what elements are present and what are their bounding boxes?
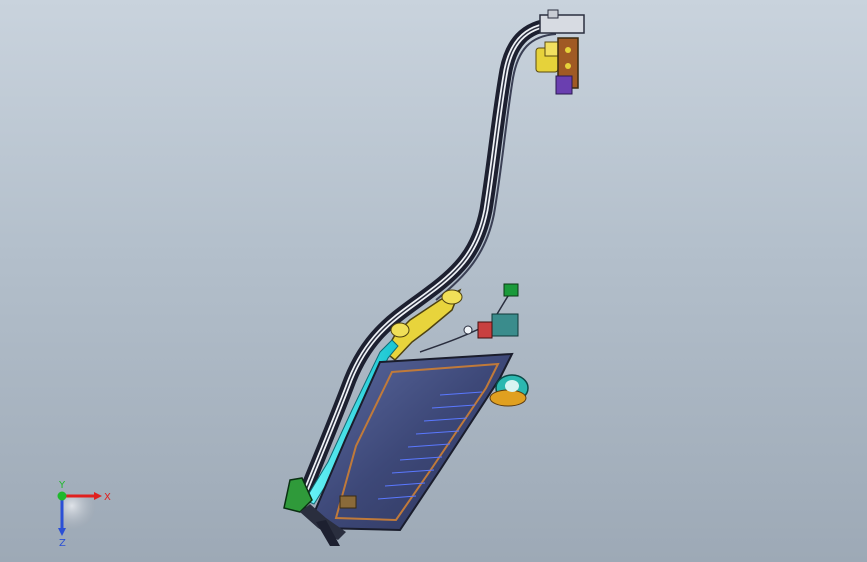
y-axis-dot bbox=[57, 491, 67, 501]
y-axis-label: Y bbox=[58, 480, 66, 491]
window-regulator-model[interactable] bbox=[0, 0, 867, 562]
z-axis-label: Z bbox=[59, 538, 66, 549]
orientation-triad: X Y Z bbox=[57, 480, 111, 549]
3d-viewport[interactable]: X Y Z bbox=[0, 0, 867, 562]
x-axis-label: X bbox=[104, 492, 111, 503]
triad-shade bbox=[62, 496, 95, 529]
top-mount-bracket[interactable] bbox=[535, 9, 585, 95]
